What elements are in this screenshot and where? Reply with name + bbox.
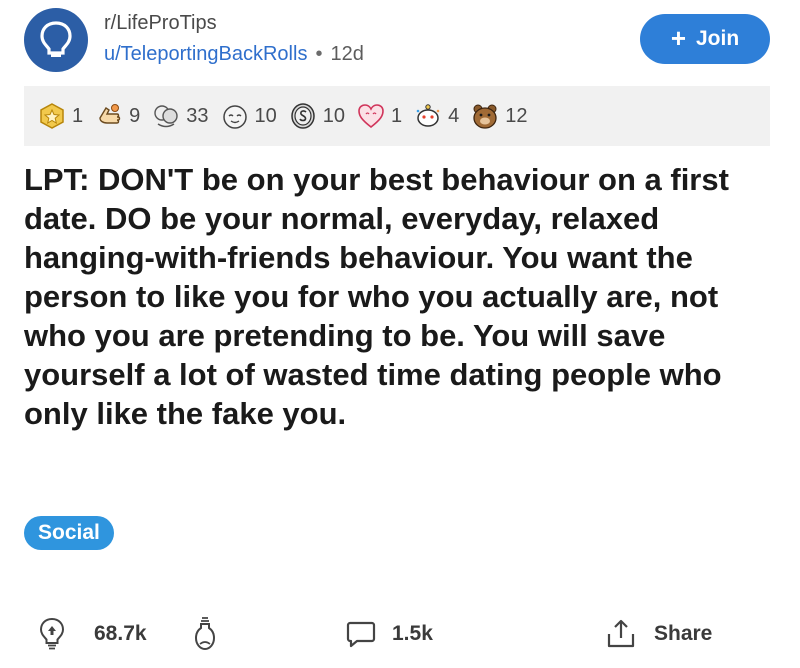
awards-bar[interactable]: 1 9 33 10 10 1 4 12 [24, 86, 770, 146]
score: 68.7k [94, 606, 147, 662]
comments-button[interactable]: 1.5k [346, 606, 433, 662]
heart-eyes-icon [358, 104, 384, 129]
award-helpful[interactable]: 9 [95, 102, 140, 130]
share-button[interactable]: Share [606, 606, 712, 662]
comment-count: 1.5k [392, 622, 433, 645]
award-count: 33 [186, 104, 209, 127]
award-bear[interactable]: 12 [471, 102, 528, 130]
share-label: Share [654, 622, 713, 645]
post-flair[interactable]: Social [24, 516, 114, 550]
score-count: 68.7k [94, 622, 147, 645]
award-party[interactable]: 4 [414, 102, 459, 130]
wholesome-hug-icon [154, 105, 178, 128]
lightbulb-icon [40, 21, 72, 57]
award-count: 10 [254, 104, 277, 127]
award-heart[interactable]: 1 [357, 102, 402, 130]
party-snoo-icon [416, 104, 440, 127]
share-icon [607, 619, 635, 648]
comment-icon [346, 621, 376, 648]
post-actions: 68.7k 1.5k Share [24, 606, 776, 662]
award-count: 1 [391, 104, 403, 127]
award-wholesome[interactable]: 33 [152, 102, 209, 130]
post-header: r/LifeProTips u/TeleportingBackRolls • 12d… [24, 8, 776, 72]
award-count: 1 [72, 104, 84, 127]
silver-face-icon [222, 105, 247, 129]
downvote-lightbulb-icon [194, 617, 216, 651]
coin-icon [291, 103, 315, 129]
bear-icon [473, 104, 497, 129]
join-label: Join [696, 27, 740, 50]
upvote-button[interactable] [38, 606, 66, 662]
award-count: 9 [129, 104, 141, 127]
post-title[interactable]: LPT: DON'T be on your best behaviour on … [24, 160, 776, 433]
meta-separator: • [315, 43, 323, 65]
award-silver[interactable]: 10 [221, 102, 277, 130]
author-username[interactable]: u/TeleportingBackRolls [104, 43, 307, 65]
helpful-hand-icon [99, 104, 121, 124]
award-count: 4 [448, 104, 460, 127]
award-coin[interactable]: 10 [289, 102, 345, 130]
downvote-button[interactable] [194, 606, 216, 662]
award-gold[interactable]: 1 [38, 102, 83, 130]
post-meta: r/LifeProTips u/TeleportingBackRolls • 12d [104, 10, 364, 68]
plus-icon: + [670, 23, 686, 53]
award-count: 10 [322, 104, 345, 127]
subreddit-avatar[interactable] [24, 8, 88, 72]
gold-medal-icon [40, 103, 64, 129]
subreddit-name[interactable]: r/LifeProTips [104, 10, 364, 36]
award-count: 12 [505, 104, 528, 127]
join-button[interactable]: + Join [640, 14, 770, 64]
post-age: 12d [330, 43, 364, 65]
upvote-lightbulb-icon [39, 617, 65, 650]
